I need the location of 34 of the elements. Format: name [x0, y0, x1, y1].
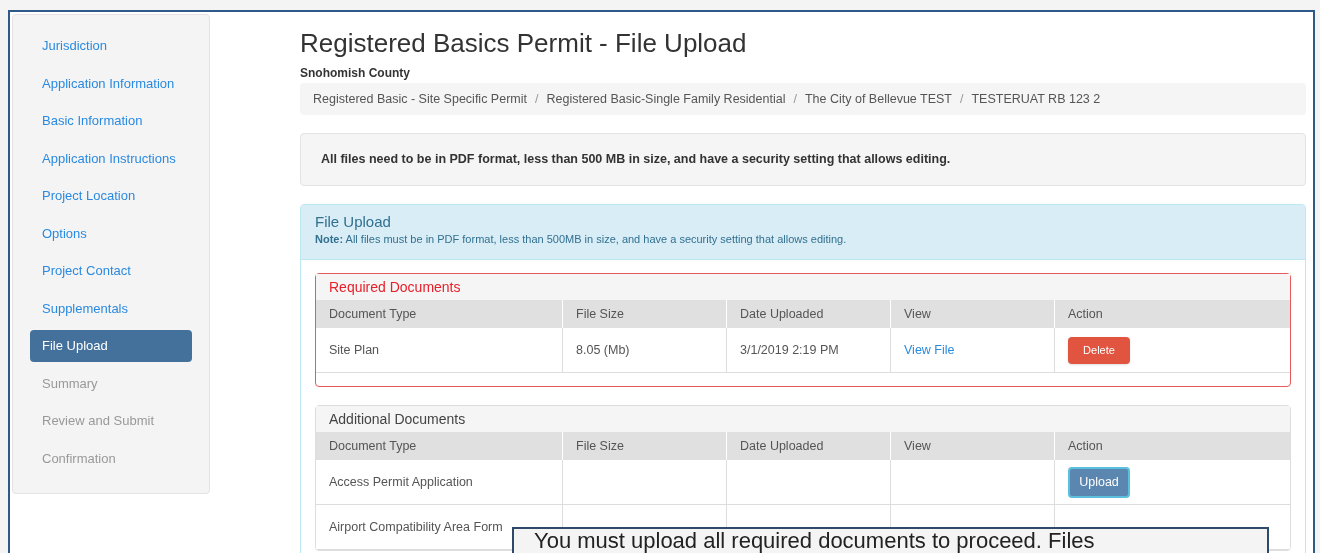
- section-title: Required Documents: [316, 274, 1290, 300]
- page-title: Registered Basics Permit - File Upload: [300, 27, 748, 60]
- breadcrumb-separator: /: [534, 90, 539, 108]
- callout-box: You must upload all required documents to proceed. Files: [512, 527, 1269, 553]
- table-cell-text: Access Permit Application: [329, 473, 473, 491]
- sidebar-item[interactable]: File Upload: [30, 330, 192, 362]
- subtitle: Snohomish County: [300, 65, 411, 82]
- sidebar-item[interactable]: Project Location: [30, 180, 192, 212]
- sidebar-item[interactable]: Project Contact: [30, 255, 192, 287]
- sidebar-item[interactable]: Jurisdiction: [30, 30, 192, 62]
- panel-note: Note: All files must be in PDF format, less than 500MB in size, and have a security setting that allows editing.: [315, 232, 848, 247]
- alert-message: All files need to be in PDF format, less than 500 MB in size, and have a security setting that allows editing.: [300, 133, 1306, 186]
- table-cell-text: 3/1/2019 2:19 PM: [740, 341, 839, 359]
- delete-button[interactable]: Delete: [1068, 336, 1130, 364]
- table-cell-text: 8.05 (Mb): [576, 341, 630, 359]
- column-header: Document Type: [328, 305, 418, 323]
- breadcrumb-item[interactable]: Registered Basic - Site Specific Permit: [313, 89, 527, 109]
- panel-title: File Upload: [315, 213, 392, 231]
- view-link[interactable]: View File: [904, 340, 955, 360]
- table-cell-text: Site Plan: [329, 341, 380, 359]
- sidebar-item[interactable]: Application Instructions: [30, 142, 192, 175]
- sidebar-item[interactable]: Options: [30, 217, 192, 250]
- breadcrumb-separator: /: [960, 90, 964, 108]
- breadcrumb-item[interactable]: The City of Bellevue TEST: [804, 89, 952, 109]
- sidebar-item[interactable]: Supplementals: [30, 292, 192, 325]
- section-title: Additional Documents: [316, 406, 1290, 432]
- sidebar-item[interactable]: Basic Information: [30, 105, 192, 137]
- sidebar-item[interactable]: Application Information: [30, 67, 192, 100]
- column-header: Document Type: [328, 437, 418, 455]
- breadcrumb-separator: /: [793, 90, 797, 108]
- breadcrumb-item[interactable]: TESTERUAT RB 123 2: [971, 89, 1101, 109]
- breadcrumb-item[interactable]: Registered Basic-Single Family Residential: [546, 89, 786, 109]
- table-cell-text: Airport Compatibility Area Form: [329, 518, 503, 536]
- upload-button[interactable]: Upload: [1068, 466, 1130, 498]
